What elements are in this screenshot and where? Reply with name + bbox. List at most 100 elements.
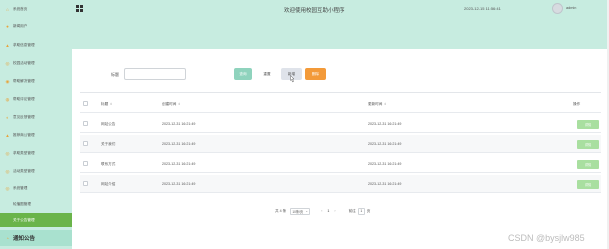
detail-button[interactable]: 详情: [577, 120, 599, 129]
goto-prefix: 前往: [348, 208, 356, 213]
row-checkbox[interactable]: [83, 121, 88, 126]
column-header-title[interactable]: 标题 ⇕: [101, 95, 112, 113]
sort-icon: ⇕: [177, 102, 181, 106]
page-size-value: 10条/页: [292, 209, 304, 214]
sidebar-item-help-type[interactable]: ◎ 求助类型管理: [0, 146, 72, 160]
title-filter-label: 标题: [111, 72, 119, 77]
search-button[interactable]: 查询: [234, 68, 252, 80]
sidebar-item-notice[interactable]: ◔ 通知公告: [0, 230, 72, 246]
cell-title: 网站介绍: [101, 181, 116, 186]
username[interactable]: admin: [566, 6, 576, 10]
datetime: 2023-12-15 11:56:41: [464, 6, 501, 11]
column-header-action: 操作: [573, 101, 581, 106]
reset-button[interactable]: 重置: [257, 68, 277, 80]
sidebar-item-carousel[interactable]: 轮播图管理: [0, 197, 72, 211]
column-header-updated[interactable]: 更新时间 ⇕: [368, 95, 386, 113]
sidebar-item-help-info[interactable]: ▲ 求助信息管理: [0, 38, 72, 52]
row-checkbox[interactable]: [83, 161, 88, 166]
comment-icon: ◍: [5, 96, 10, 102]
category-icon: ◎: [5, 150, 10, 156]
title-search-input[interactable]: [124, 68, 186, 80]
recommend-icon: ▲: [5, 132, 10, 138]
cell-created: 2023-12-31 16:21:49: [162, 182, 196, 186]
sidebar-item-about[interactable]: 关于公告管理: [0, 213, 72, 227]
sidebar-item-label: 系统管理: [13, 185, 28, 190]
pointer-cursor-icon: [290, 75, 295, 83]
sidebar-item-label: 帮助解决管理: [13, 78, 35, 83]
cell-title: 关于我们: [101, 141, 116, 146]
detail-button[interactable]: 详情: [577, 180, 599, 189]
sidebar-item-recommend[interactable]: ▲ 推荐商公管理: [0, 128, 72, 142]
info-icon: [5, 218, 10, 223]
column-header-label: 更新时间: [368, 101, 383, 106]
next-page-icon[interactable]: ›: [334, 209, 335, 213]
menu-grid-icon[interactable]: [76, 5, 83, 12]
sidebar-item-help-resolve[interactable]: ◉ 帮助解决管理: [0, 74, 72, 88]
cell-updated: 2023-12-31 16:21:49: [368, 182, 402, 186]
column-header-label: 创建时间: [162, 101, 177, 106]
total-count: 共 4 条: [275, 208, 287, 213]
prev-page-icon[interactable]: ‹: [321, 209, 322, 213]
chevron-down-icon: ⌄: [305, 209, 309, 213]
table-row: 联系方式 2023-12-31 16:21:49 2023-12-31 16:2…: [80, 155, 601, 173]
row-checkbox[interactable]: [83, 141, 88, 146]
column-header-created[interactable]: 创建时间 ⇕: [162, 95, 180, 113]
page-title: 欢迎使用校园互助小程序: [284, 8, 345, 14]
detail-button[interactable]: 详情: [577, 160, 599, 169]
column-header-label: 标题: [101, 101, 109, 106]
image-icon: [5, 202, 10, 207]
sidebar-item-label: 轮播图管理: [13, 201, 31, 206]
handshake-icon: ◉: [5, 78, 10, 84]
table-header-row: 标题 ⇕ 创建时间 ⇕ 更新时间 ⇕ 操作: [80, 95, 601, 113]
page-size-select[interactable]: 10条/页 ⌄: [290, 207, 311, 215]
cell-title: 网站公告: [101, 121, 116, 126]
header: 欢迎使用校园互助小程序 2023-12-15 11:56:41 admin: [72, 0, 607, 49]
cell-updated: 2023-12-31 16:21:49: [368, 122, 402, 126]
user-icon: ●: [6, 23, 9, 29]
sidebar-item-feedback[interactable]: ◐ 意见反馈管理: [0, 110, 72, 124]
sidebar-item-label: 帮助评论管理: [13, 96, 35, 101]
sidebar-item-label: 推荐商公管理: [13, 132, 35, 137]
sidebar-item-label: 校园活动管理: [13, 60, 35, 65]
bell-icon: ◔: [6, 235, 9, 241]
goto-suffix: 页: [366, 208, 371, 213]
pagination: 共 4 条 10条/页 ⌄ ‹ 1 › 前往 1 页: [275, 205, 370, 217]
settings-icon: ◎: [5, 185, 10, 191]
sidebar-item-label: 新闻用户: [13, 23, 28, 28]
sidebar-item-home[interactable]: ⌂ 系统首页: [0, 2, 72, 16]
sidebar-item-label: 关于公告管理: [13, 217, 35, 222]
select-all-checkbox[interactable]: [83, 101, 88, 106]
sidebar-item-campus-activity[interactable]: ◎ 校园活动管理: [0, 56, 72, 70]
sidebar-item-label: 意见反馈管理: [13, 114, 35, 119]
home-icon: ⌂: [6, 6, 9, 12]
sidebar-item-label: 求助信息管理: [13, 42, 35, 47]
cell-title: 联系方式: [101, 161, 116, 166]
current-page[interactable]: 1: [327, 209, 329, 213]
delete-button[interactable]: 删除: [305, 68, 326, 80]
detail-button[interactable]: 详情: [577, 140, 599, 149]
table-row: 网站公告 2023-12-31 16:21:49 2023-12-31 16:2…: [80, 115, 601, 133]
table-row: 关于我们 2023-12-31 16:21:49 2023-12-31 16:2…: [80, 135, 601, 153]
watermark: CSDN @bysjlw985: [508, 233, 585, 243]
goto-page-input[interactable]: 1: [357, 207, 365, 215]
sidebar-item-label: 活动类型管理: [13, 168, 35, 173]
sidebar-item-label: 求助类型管理: [13, 150, 35, 155]
sidebar-item-activity-type[interactable]: ◎ 活动类型管理: [0, 164, 72, 178]
sidebar-item-label: 通知公告: [13, 236, 36, 242]
row-checkbox[interactable]: [83, 181, 88, 186]
cell-created: 2023-12-31 16:21:49: [162, 162, 196, 166]
feedback-icon: ◐: [6, 114, 9, 120]
sidebar-item-system[interactable]: ◎ 系统管理: [0, 181, 72, 195]
activity-icon: ◎: [5, 60, 10, 66]
cell-updated: 2023-12-31 16:21:49: [368, 142, 402, 146]
data-table: 标题 ⇕ 创建时间 ⇕ 更新时间 ⇕ 操作 网站公告 2023-12-31 16:21…: [80, 92, 601, 200]
sidebar-item-help-comment[interactable]: ◍ 帮助评论管理: [0, 92, 72, 106]
sidebar-item-users[interactable]: ● 新闻用户: [0, 19, 72, 33]
tag-icon: ◎: [5, 168, 10, 174]
cell-created: 2023-12-31 16:21:49: [162, 122, 196, 126]
avatar[interactable]: [552, 3, 563, 14]
sort-icon: ⇕: [383, 102, 387, 106]
sort-icon: ⇕: [109, 102, 113, 106]
cell-created: 2023-12-31 16:21:49: [162, 142, 196, 146]
sidebar: ⌂ 系统首页 ● 新闻用户 ▲ 求助信息管理 ◎ 校园活动管理 ◉ 帮助解决管理…: [0, 0, 72, 249]
